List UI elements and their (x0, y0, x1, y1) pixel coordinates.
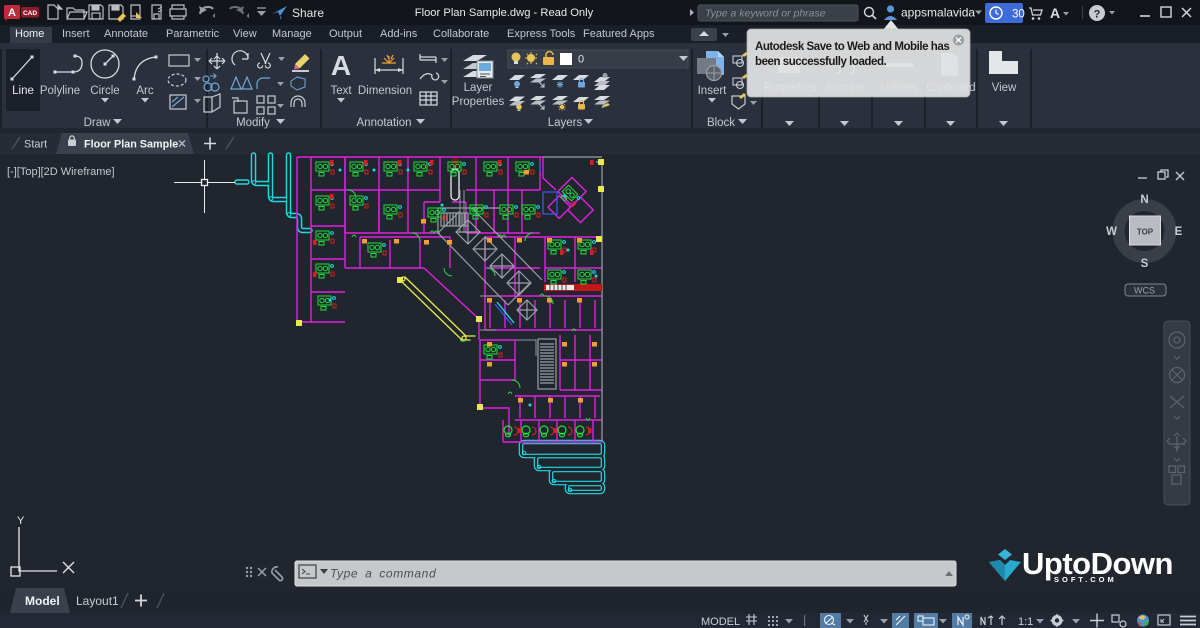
svg-text:Model: Model (25, 594, 60, 608)
svg-text:SOFT.COM: SOFT.COM (1054, 575, 1117, 584)
svg-text:TOP: TOP (1137, 228, 1154, 237)
svg-text:been successfully loaded.: been successfully loaded. (755, 56, 887, 68)
svg-text:Type a command: Type a command (330, 567, 436, 581)
svg-text:S: S (1141, 258, 1149, 270)
svg-text:Layout1: Layout1 (76, 594, 119, 608)
svg-text:WCS: WCS (1134, 286, 1155, 296)
svg-text:Y: Y (17, 515, 25, 527)
svg-text:N: N (1140, 194, 1148, 206)
svg-text:E: E (1175, 226, 1183, 238)
svg-text:1:1: 1:1 (1018, 616, 1033, 628)
svg-text:Autodesk Save to Web and Mobil: Autodesk Save to Web and Mobile has (755, 41, 949, 53)
svg-text:W: W (1106, 226, 1117, 238)
svg-text:MODEL: MODEL (701, 616, 740, 628)
